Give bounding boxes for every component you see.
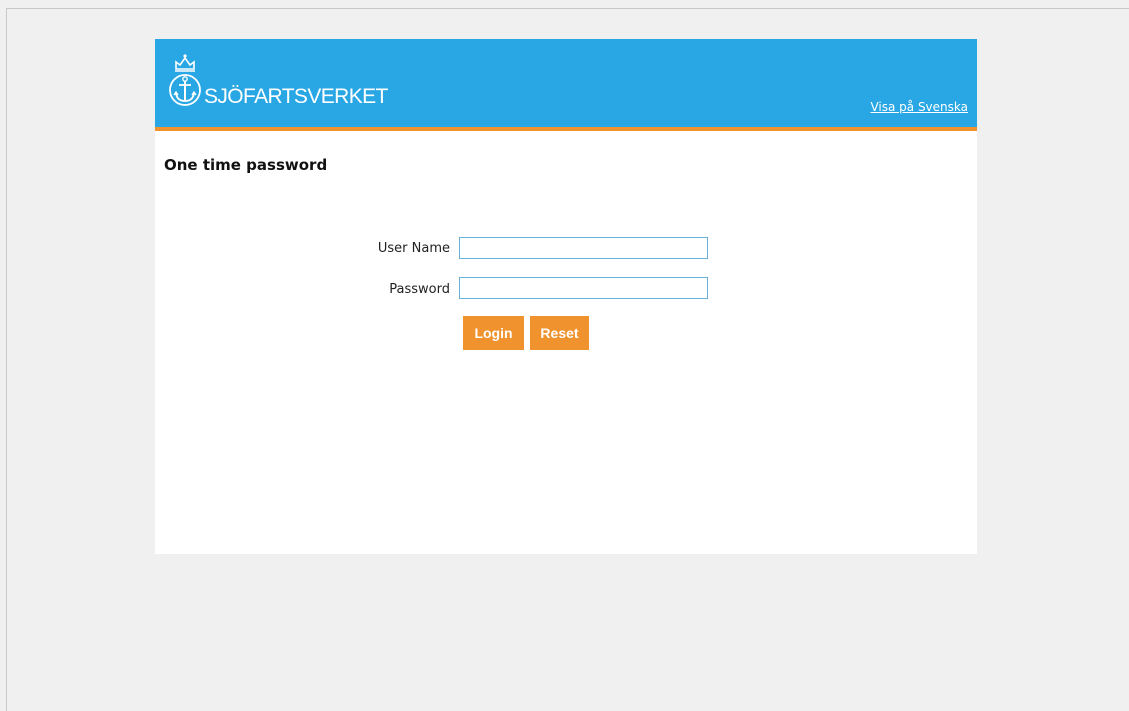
site-header: SJÖFARTSVERKET Visa på Svenska — [155, 39, 977, 131]
logo-wordmark: SJÖFARTSVERKET — [204, 85, 388, 108]
username-input[interactable] — [459, 237, 708, 259]
login-button[interactable]: Login — [463, 316, 524, 350]
page-title: One time password — [164, 156, 328, 174]
sjofartsverket-logo: SJÖFARTSVERKET — [167, 52, 407, 116]
password-label: Password — [389, 282, 450, 297]
language-switch-link[interactable]: Visa på Svenska — [870, 100, 968, 114]
crowned-anchor-icon — [169, 54, 201, 106]
reset-button[interactable]: Reset — [530, 316, 589, 350]
password-input[interactable] — [459, 277, 708, 299]
username-label: User Name — [377, 241, 450, 256]
login-panel: SJÖFARTSVERKET Visa på Svenska One time … — [155, 39, 977, 554]
